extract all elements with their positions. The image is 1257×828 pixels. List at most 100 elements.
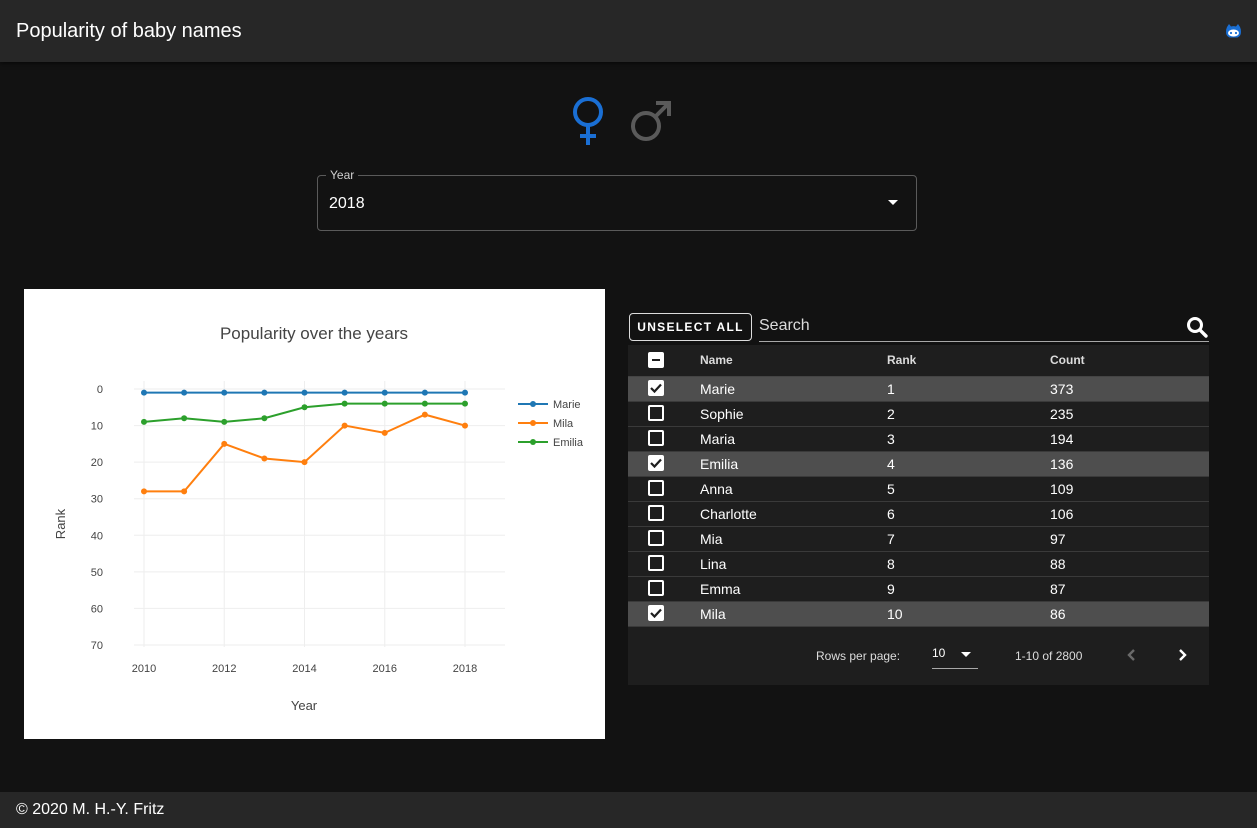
data-point	[141, 418, 147, 425]
year-select[interactable]: Year 2018	[317, 168, 917, 231]
rows-per-page-select[interactable]: 10	[932, 641, 978, 669]
x-axis-label: Year	[291, 698, 318, 713]
data-point	[421, 389, 428, 396]
row-checkbox[interactable]	[648, 405, 664, 421]
table-row[interactable]: Sophie 2 235	[628, 402, 1209, 427]
data-point	[181, 389, 188, 396]
search-field	[759, 314, 1209, 342]
data-point	[381, 389, 388, 396]
y-tick-label: 10	[91, 421, 103, 433]
data-point	[341, 400, 348, 407]
header-rank[interactable]: Rank	[887, 353, 916, 367]
data-point	[341, 422, 348, 429]
previous-page-icon[interactable]	[1120, 643, 1144, 667]
legend-marker	[530, 420, 536, 426]
row-checkbox[interactable]	[648, 380, 664, 396]
cell-count: 88	[1050, 556, 1066, 572]
data-point	[221, 440, 228, 447]
y-tick-label: 0	[97, 384, 103, 396]
github-icon[interactable]	[1225, 23, 1242, 40]
cell-rank: 9	[887, 581, 895, 597]
header-name[interactable]: Name	[700, 353, 733, 367]
row-checkbox[interactable]	[648, 455, 664, 471]
cell-rank: 4	[887, 456, 895, 472]
data-point	[141, 488, 147, 495]
legend-marker	[530, 439, 536, 445]
y-tick-label: 20	[91, 457, 103, 469]
cell-count: 87	[1050, 581, 1066, 597]
names-table-area: Unselect All Name Rank Count Marie 1 373 So…	[628, 300, 1209, 685]
cell-count: 136	[1050, 456, 1074, 472]
x-tick-label: 2010	[132, 663, 156, 675]
data-point	[462, 422, 468, 429]
x-tick-label: 2014	[292, 663, 316, 675]
rank-chart: Popularity over the years 2010 2012 2014 201…	[24, 289, 605, 739]
app-title: Popularity of baby names	[16, 20, 242, 42]
data-point	[181, 488, 188, 495]
table-row[interactable]: Lina 8 88	[628, 552, 1209, 577]
cell-name: Emma	[700, 581, 741, 597]
table-row[interactable]: Mila 10 86	[628, 602, 1209, 627]
table-row[interactable]: Maria 3 194	[628, 427, 1209, 452]
legend-label: Emilia	[553, 437, 584, 449]
cell-rank: 1	[887, 381, 895, 397]
pagination: Rows per page: 10 1-10 of 2800	[628, 627, 1209, 685]
data-point	[141, 389, 147, 396]
cell-rank: 10	[887, 606, 903, 622]
line-chart: Popularity over the years2010 2012 2014 201…	[53, 324, 584, 713]
row-checkbox[interactable]	[648, 505, 664, 521]
table-row[interactable]: Emilia 4 136	[628, 452, 1209, 477]
data-point	[381, 400, 388, 407]
legend-label: Mila	[553, 418, 574, 430]
year-value: 2018	[329, 195, 365, 212]
y-tick-label: 70	[91, 640, 103, 652]
select-all-checkbox[interactable]	[648, 352, 664, 368]
table-row[interactable]: Anna 5 109	[628, 477, 1209, 502]
search-input[interactable]	[759, 314, 1179, 338]
chart-title: Popularity over the years	[220, 324, 408, 343]
y-tick-label: 30	[91, 494, 103, 506]
cell-name: Anna	[700, 481, 733, 497]
table-row[interactable]: Mia 7 97	[628, 527, 1209, 552]
cell-name: Charlotte	[700, 506, 757, 522]
row-checkbox[interactable]	[648, 605, 664, 621]
x-tick-label: 2018	[453, 663, 477, 675]
table-row[interactable]: Emma 9 87	[628, 577, 1209, 602]
names-table: Name Rank Count Marie 1 373 Sophie 2 235 Maria…	[628, 345, 1209, 685]
row-checkbox[interactable]	[648, 580, 664, 596]
y-tick-label: 50	[91, 567, 103, 579]
legend-label: Marie	[553, 399, 581, 411]
dropdown-arrow-icon	[888, 200, 898, 205]
data-point	[462, 400, 468, 407]
cell-name: Lina	[700, 556, 727, 572]
header-count[interactable]: Count	[1050, 353, 1085, 367]
row-checkbox[interactable]	[648, 430, 664, 446]
dropdown-arrow-icon	[961, 652, 971, 657]
data-point	[301, 459, 308, 466]
cell-count: 97	[1050, 531, 1066, 547]
cell-rank: 8	[887, 556, 895, 572]
female-toggle[interactable]	[568, 96, 608, 148]
page-range: 1-10 of 2800	[1015, 649, 1083, 663]
cell-name: Emilia	[700, 456, 739, 472]
cell-name: Marie	[700, 381, 736, 397]
cell-count: 194	[1050, 431, 1074, 447]
y-tick-label: 60	[91, 603, 103, 615]
cell-name: Sophie	[700, 406, 744, 422]
data-point	[221, 418, 228, 425]
cell-rank: 2	[887, 406, 895, 422]
footer: © 2020 M. H.-Y. Fritz	[0, 792, 1257, 828]
row-checkbox[interactable]	[648, 480, 664, 496]
rows-per-page-value: 10	[932, 646, 946, 660]
row-checkbox[interactable]	[648, 555, 664, 571]
table-row[interactable]: Marie 1 373	[628, 377, 1209, 402]
female-symbol-icon	[573, 97, 603, 145]
search-icon[interactable]	[1185, 315, 1209, 339]
table-row[interactable]: Charlotte 6 106	[628, 502, 1209, 527]
unselect-all-button[interactable]: Unselect All	[629, 313, 752, 341]
male-toggle[interactable]	[628, 98, 674, 144]
data-point	[421, 400, 428, 407]
data-point	[421, 411, 428, 418]
next-page-icon[interactable]	[1170, 643, 1194, 667]
row-checkbox[interactable]	[648, 530, 664, 546]
